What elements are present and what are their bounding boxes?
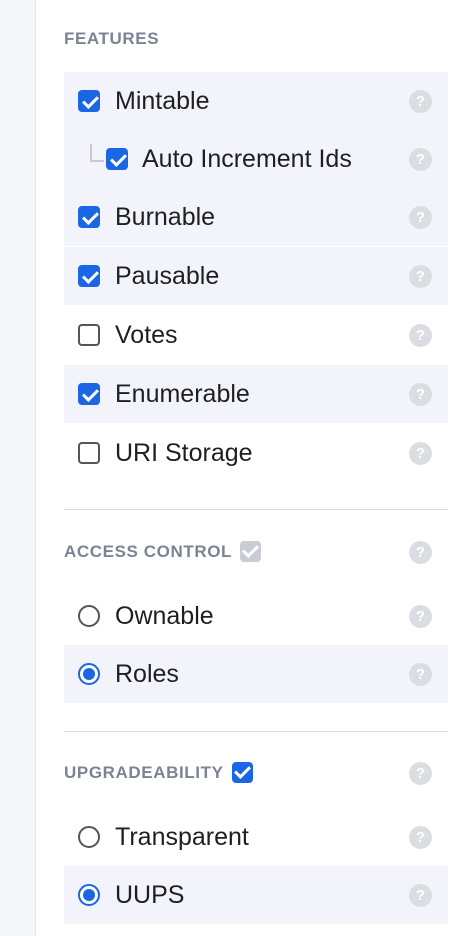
feature-uri-storage[interactable]: URI Storage ? — [64, 424, 448, 482]
auto-increment-ids-label: Auto Increment Ids — [142, 144, 352, 173]
burnable-checkbox[interactable] — [78, 206, 100, 228]
feature-votes[interactable]: Votes ? — [64, 306, 448, 364]
help-icon[interactable]: ? — [409, 662, 432, 686]
help-icon[interactable]: ? — [409, 205, 432, 229]
help-icon[interactable]: ? — [409, 883, 432, 907]
feature-auto-increment-ids[interactable]: Auto Increment Ids ? — [64, 130, 448, 188]
sidebar-gutter — [0, 0, 36, 936]
upgradeability-transparent[interactable]: Transparent ? — [64, 808, 448, 866]
section-title-upgradeability: UPGRADEABILITY — [64, 762, 253, 783]
help-icon[interactable]: ? — [409, 323, 432, 347]
feature-mintable[interactable]: Mintable ? — [64, 72, 448, 130]
upgradeability-checkbox[interactable] — [231, 762, 253, 783]
votes-checkbox[interactable] — [78, 324, 100, 346]
access-control-roles[interactable]: Roles ? — [64, 645, 448, 703]
roles-label: Roles — [115, 659, 179, 688]
help-icon[interactable]: ? — [409, 89, 432, 113]
enumerable-label: Enumerable — [115, 379, 250, 408]
help-icon[interactable]: ? — [409, 382, 432, 406]
roles-radio[interactable] — [78, 663, 100, 685]
access-control-ownable[interactable]: Ownable ? — [64, 587, 448, 645]
ownable-label: Ownable — [115, 601, 214, 630]
help-icon[interactable]: ? — [409, 264, 432, 288]
ownable-radio[interactable] — [78, 605, 100, 627]
uri-storage-checkbox[interactable] — [78, 442, 100, 464]
feature-burnable[interactable]: Burnable ? — [64, 188, 448, 246]
transparent-radio[interactable] — [78, 826, 100, 848]
section-title-access-control: ACCESS CONTROL — [64, 541, 262, 562]
uups-radio[interactable] — [78, 884, 100, 906]
section-divider — [64, 509, 448, 510]
help-icon[interactable]: ? — [409, 604, 432, 628]
pausable-label: Pausable — [115, 261, 220, 290]
help-icon[interactable]: ? — [409, 762, 432, 785]
tree-connector — [90, 144, 104, 162]
section-title-features: FEATURES — [64, 29, 160, 48]
feature-pausable[interactable]: Pausable ? — [64, 247, 448, 305]
section-divider — [64, 731, 448, 732]
mintable-label: Mintable — [115, 86, 210, 115]
votes-label: Votes — [115, 320, 178, 349]
uups-label: UUPS — [115, 880, 185, 909]
transparent-label: Transparent — [115, 822, 249, 851]
mintable-checkbox[interactable] — [78, 90, 100, 112]
help-icon[interactable]: ? — [409, 825, 432, 849]
pausable-checkbox[interactable] — [78, 265, 100, 287]
enumerable-checkbox[interactable] — [78, 383, 100, 405]
access-control-checkbox — [240, 541, 262, 562]
uri-storage-label: URI Storage — [115, 438, 253, 467]
burnable-label: Burnable — [115, 202, 216, 231]
help-icon[interactable]: ? — [409, 147, 432, 171]
help-icon[interactable]: ? — [409, 541, 432, 564]
auto-increment-ids-checkbox[interactable] — [106, 148, 128, 170]
feature-enumerable[interactable]: Enumerable ? — [64, 365, 448, 423]
help-icon[interactable]: ? — [409, 441, 432, 465]
upgradeability-uups[interactable]: UUPS ? — [64, 866, 448, 924]
